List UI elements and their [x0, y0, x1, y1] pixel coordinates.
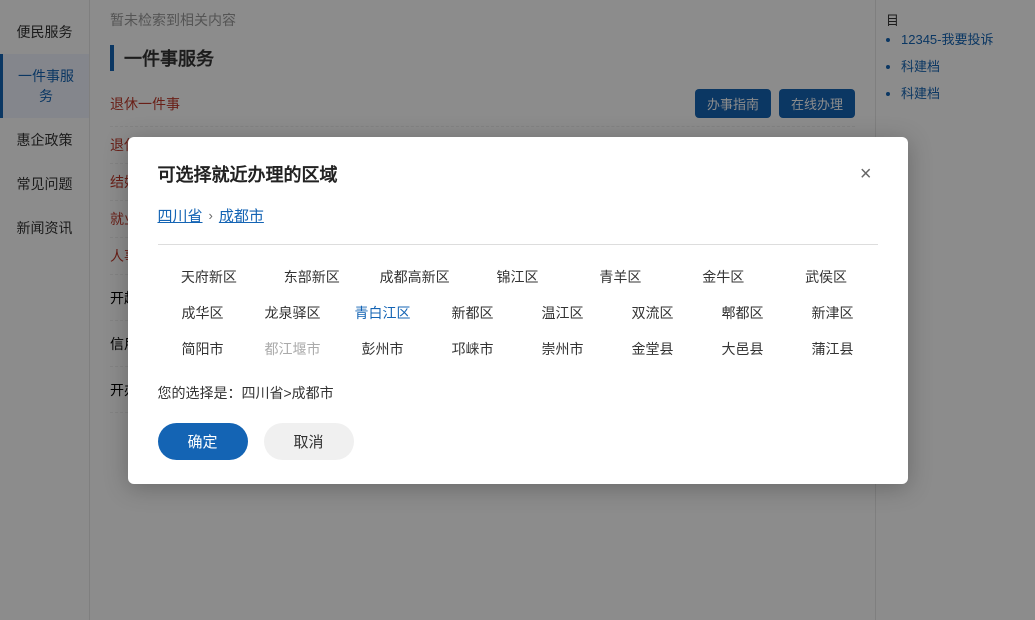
area-wenjiang[interactable]: 温江区 — [518, 299, 608, 327]
cancel-button[interactable]: 取消 — [264, 423, 354, 460]
area-pengzhou[interactable]: 彭州市 — [338, 335, 428, 363]
modal-footer: 确定 取消 — [158, 423, 878, 460]
area-dayi[interactable]: 大邑县 — [698, 335, 788, 363]
area-qingyang[interactable]: 青羊区 — [569, 263, 672, 291]
area-qionglai[interactable]: 邛崃市 — [428, 335, 518, 363]
area-dujiangyan: 都江堰市 — [248, 335, 338, 363]
area-grid-row1: 天府新区 东部新区 成都高新区 锦江区 青羊区 金牛区 武侯区 — [158, 263, 878, 291]
selection-text: 您的选择是：四川省>成都市 — [158, 383, 878, 403]
area-wuhou[interactable]: 武侯区 — [775, 263, 878, 291]
modal-divider — [158, 244, 878, 245]
area-longquan[interactable]: 龙泉驿区 — [248, 299, 338, 327]
breadcrumb-arrow: › — [209, 208, 213, 223]
area-chongzhou[interactable]: 崇州市 — [518, 335, 608, 363]
breadcrumb-province[interactable]: 四川省 — [158, 205, 203, 226]
area-pidu[interactable]: 郫都区 — [698, 299, 788, 327]
modal-overlay: 可选择就近办理的区域 × 四川省 › 成都市 天府新区 东部新区 成都高新区 锦… — [0, 0, 1035, 620]
modal-header: 可选择就近办理的区域 × — [158, 161, 878, 187]
area-dongbu[interactable]: 东部新区 — [260, 263, 363, 291]
area-jinjiang[interactable]: 锦江区 — [466, 263, 569, 291]
area-xinjin[interactable]: 新津区 — [788, 299, 878, 327]
modal-title: 可选择就近办理的区域 — [158, 161, 338, 187]
breadcrumb-city[interactable]: 成都市 — [219, 205, 264, 226]
area-jianyang[interactable]: 简阳市 — [158, 335, 248, 363]
area-gaoxin[interactable]: 成都高新区 — [363, 263, 466, 291]
area-jinniu[interactable]: 金牛区 — [672, 263, 775, 291]
area-shuangliu[interactable]: 双流区 — [608, 299, 698, 327]
area-qingbaijiang[interactable]: 青白江区 — [338, 299, 428, 327]
area-jintang[interactable]: 金堂县 — [608, 335, 698, 363]
modal-close-button[interactable]: × — [854, 162, 878, 186]
modal-dialog: 可选择就近办理的区域 × 四川省 › 成都市 天府新区 东部新区 成都高新区 锦… — [128, 137, 908, 484]
area-pujiang[interactable]: 蒲江县 — [788, 335, 878, 363]
confirm-button[interactable]: 确定 — [158, 423, 248, 460]
area-chenghua[interactable]: 成华区 — [158, 299, 248, 327]
modal-breadcrumb: 四川省 › 成都市 — [158, 205, 878, 226]
area-tianfu[interactable]: 天府新区 — [158, 263, 261, 291]
area-xindu[interactable]: 新都区 — [428, 299, 518, 327]
